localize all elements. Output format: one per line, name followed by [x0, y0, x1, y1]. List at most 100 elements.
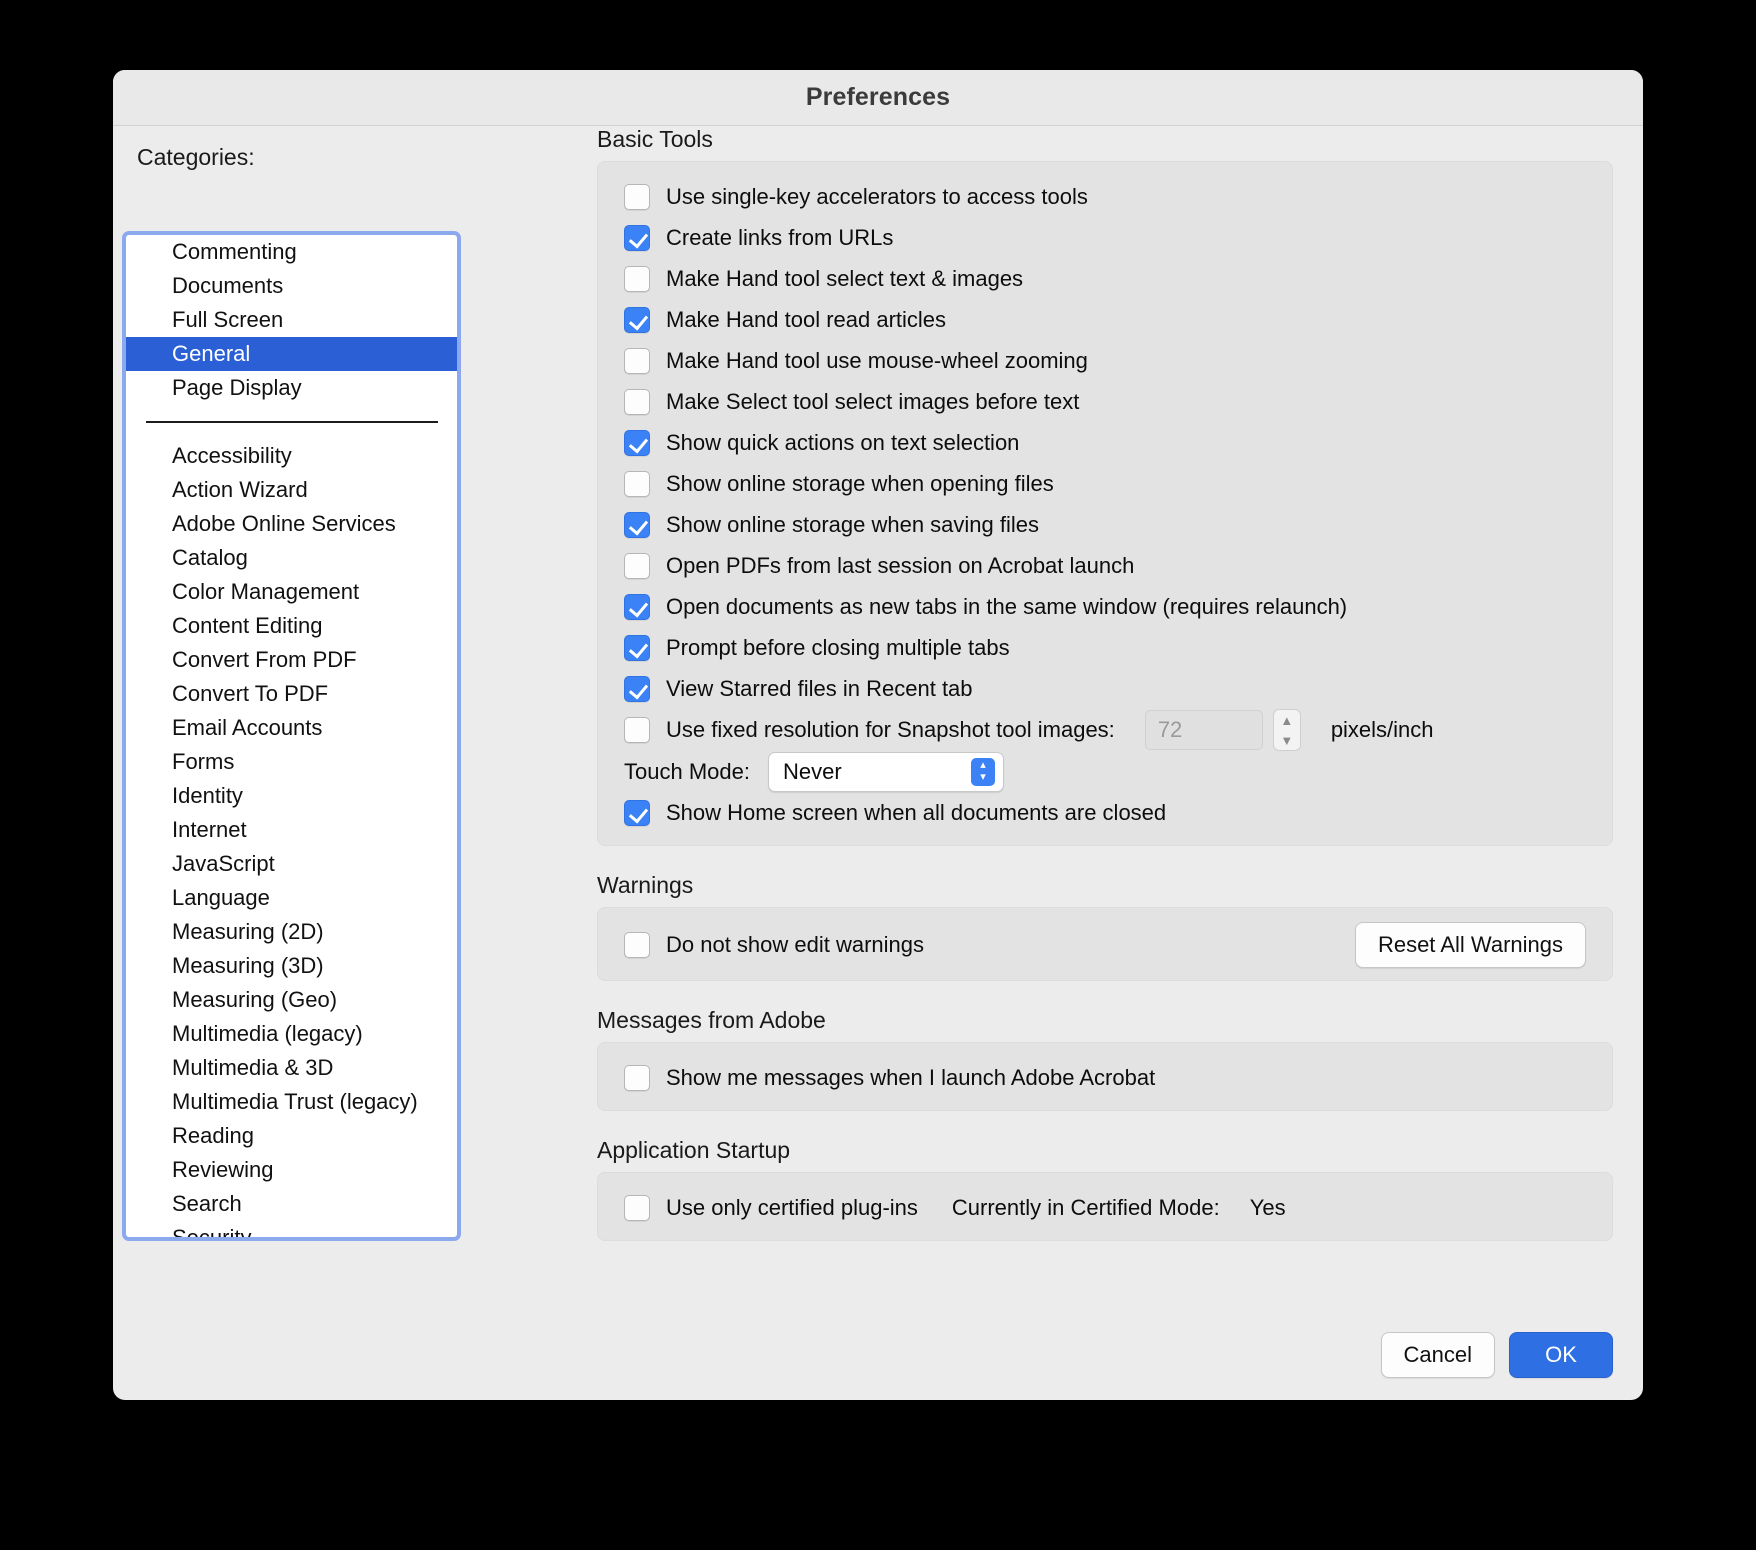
- stepper-down-icon[interactable]: ▼: [1274, 730, 1300, 750]
- checkbox-row: Open PDFs from last session on Acrobat l…: [598, 545, 1612, 586]
- categories-column: Categories: Commenting Documents Full Scre…: [113, 126, 575, 1400]
- checkbox-row: Open documents as new tabs in the same w…: [598, 586, 1612, 627]
- sidebar-item-full-screen[interactable]: Full Screen: [126, 303, 457, 337]
- stepper-up-icon[interactable]: ▲: [1274, 710, 1300, 730]
- basic-tools-checkbox-list: Use single-key accelerators to access to…: [598, 176, 1612, 709]
- messages-from-adobe-panel: Show me messages when I launch Adobe Acr…: [597, 1042, 1613, 1111]
- sidebar-item-commenting[interactable]: Commenting: [126, 235, 457, 269]
- checkbox-row: Show quick actions on text selection: [598, 422, 1612, 463]
- sidebar-item-color-management[interactable]: Color Management: [126, 575, 457, 609]
- checkbox-make-hand-tool-select-text-images[interactable]: [624, 265, 650, 292]
- warnings-title: Warnings: [597, 872, 694, 898]
- sidebar-item-accessibility[interactable]: Accessibility: [126, 439, 457, 473]
- snapshot-resolution-row: Use fixed resolution for Snapshot tool i…: [598, 709, 1612, 751]
- touch-mode-value: Never: [782, 758, 842, 784]
- sidebar-item-email-accounts[interactable]: Email Accounts: [126, 711, 457, 745]
- category-list-container[interactable]: Commenting Documents Full Screen General Pag…: [122, 231, 461, 1241]
- checkbox-label: Show quick actions on text selection: [666, 429, 1020, 455]
- sidebar-item-reviewing[interactable]: Reviewing: [126, 1153, 457, 1187]
- checkbox-make-hand-tool-read-articles[interactable]: [624, 306, 650, 333]
- sidebar-item-security[interactable]: Security: [126, 1221, 457, 1237]
- checkbox-show-quick-actions-on-text-selection[interactable]: [624, 429, 650, 456]
- sidebar-item-forms[interactable]: Forms: [126, 745, 457, 779]
- sidebar-item-page-display[interactable]: Page Display: [126, 371, 457, 405]
- checkbox-row: Make Hand tool use mouse-wheel zooming: [598, 340, 1612, 381]
- sidebar-item-adobe-online-services[interactable]: Adobe Online Services: [126, 507, 457, 541]
- checkbox-make-select-tool-select-images-before-text[interactable]: [624, 388, 650, 415]
- sidebar-item-convert-to-pdf[interactable]: Convert To PDF: [126, 677, 457, 711]
- sidebar-item-measuring-geo[interactable]: Measuring (Geo): [126, 983, 457, 1017]
- sidebar-item-convert-from-pdf[interactable]: Convert From PDF: [126, 643, 457, 677]
- checkbox-label: Prompt before closing multiple tabs: [666, 634, 1010, 660]
- checkbox-open-pdfs-from-last-session-on-acrobat-launc[interactable]: [624, 552, 650, 579]
- ok-button[interactable]: OK: [1509, 1332, 1613, 1378]
- snapshot-resolution-label: Use fixed resolution for Snapshot tool i…: [666, 717, 1115, 742]
- touch-mode-select[interactable]: Never ▴ ▾: [767, 751, 1004, 792]
- adobe-messages-label: Show me messages when I launch Adobe Acr…: [666, 1064, 1156, 1090]
- sidebar-item-general[interactable]: General: [126, 337, 457, 371]
- checkbox-show-online-storage-when-opening-files[interactable]: [624, 470, 650, 497]
- dialog-titlebar: Preferences: [113, 70, 1643, 126]
- dialog-footer: Cancel OK: [1380, 1332, 1613, 1378]
- sidebar-item-language[interactable]: Language: [126, 881, 457, 915]
- sidebar-item-catalog[interactable]: Catalog: [126, 541, 457, 575]
- checkbox-label: Make Hand tool select text & images: [666, 265, 1024, 291]
- checkbox-prompt-before-closing-multiple-tabs[interactable]: [624, 634, 650, 661]
- touch-mode-row: Touch Mode: Never ▴ ▾: [598, 751, 1612, 792]
- divider: [145, 421, 438, 423]
- sidebar-item-measuring-3d[interactable]: Measuring (3D): [126, 949, 457, 983]
- reset-all-warnings-button[interactable]: Reset All Warnings: [1354, 922, 1586, 968]
- application-startup-title: Application Startup: [597, 1137, 791, 1163]
- chevron-updown-icon: ▴ ▾: [970, 757, 995, 786]
- adobe-messages-checkbox[interactable]: [624, 1064, 650, 1091]
- checkbox-make-hand-tool-use-mouse-wheel-zooming[interactable]: [624, 347, 650, 374]
- snapshot-resolution-input[interactable]: 72: [1144, 710, 1263, 750]
- snapshot-resolution-stepper[interactable]: ▲ ▼: [1272, 709, 1301, 751]
- checkbox-label: Create links from URLs: [666, 224, 894, 250]
- category-separator: [126, 405, 457, 439]
- dialog-title: Preferences: [805, 83, 951, 111]
- sidebar-item-javascript[interactable]: JavaScript: [126, 847, 457, 881]
- sidebar-item-documents[interactable]: Documents: [126, 269, 457, 303]
- checkbox-label: View Starred files in Recent tab: [666, 675, 973, 701]
- checkbox-label: Open PDFs from last session on Acrobat l…: [666, 552, 1135, 578]
- home-screen-checkbox[interactable]: [624, 799, 650, 826]
- checkbox-create-links-from-urls[interactable]: [624, 224, 650, 251]
- sidebar-item-content-editing[interactable]: Content Editing: [126, 609, 457, 643]
- sidebar-item-search[interactable]: Search: [126, 1187, 457, 1221]
- touch-mode-label: Touch Mode:: [624, 758, 750, 784]
- sidebar-item-measuring-2d[interactable]: Measuring (2D): [126, 915, 457, 949]
- sidebar-item-multimedia-3d[interactable]: Multimedia & 3D: [126, 1051, 457, 1085]
- checkbox-row: Make Hand tool select text & images: [598, 258, 1612, 299]
- edit-warnings-row: Do not show edit warnings Reset All Warn…: [598, 922, 1612, 968]
- edit-warnings-checkbox[interactable]: [624, 932, 650, 958]
- checkbox-row: Show online storage when saving files: [598, 504, 1612, 545]
- category-list[interactable]: Commenting Documents Full Screen General Pag…: [126, 235, 457, 1237]
- screen-background: Preferences Categories: Commenting Docume…: [0, 0, 1756, 1550]
- sidebar-item-identity[interactable]: Identity: [126, 779, 457, 813]
- sidebar-item-multimedia-legacy[interactable]: Multimedia (legacy): [126, 1017, 457, 1051]
- sidebar-item-multimedia-trust-legacy[interactable]: Multimedia Trust (legacy): [126, 1085, 457, 1119]
- adobe-messages-row: Show me messages when I launch Adobe Acr…: [598, 1057, 1612, 1098]
- certified-plugins-label: Use only certified plug-ins: [666, 1194, 918, 1220]
- checkbox-row: Use single-key accelerators to access to…: [598, 176, 1612, 217]
- preferences-dialog: Preferences Categories: Commenting Docume…: [113, 70, 1643, 1400]
- messages-from-adobe-title: Messages from Adobe: [597, 1007, 826, 1033]
- checkbox-show-online-storage-when-saving-files[interactable]: [624, 511, 650, 538]
- checkbox-label: Show online storage when opening files: [666, 470, 1054, 496]
- basic-tools-title: Basic Tools: [597, 126, 713, 152]
- sidebar-item-reading[interactable]: Reading: [126, 1119, 457, 1153]
- categories-label: Categories:: [137, 144, 255, 170]
- sidebar-item-action-wizard[interactable]: Action Wizard: [126, 473, 457, 507]
- checkbox-use-single-key-accelerators-to-access-tools[interactable]: [624, 183, 650, 210]
- edit-warnings-label: Do not show edit warnings: [666, 932, 925, 957]
- certified-plugins-row: Use only certified plug-ins Currently in…: [598, 1187, 1612, 1228]
- sidebar-item-internet[interactable]: Internet: [126, 813, 457, 847]
- snapshot-resolution-checkbox[interactable]: [624, 717, 650, 743]
- settings-column: Basic Tools Use single-key accelerators …: [575, 126, 1643, 1400]
- checkbox-open-documents-as-new-tabs-in-the-same-windo[interactable]: [624, 593, 650, 620]
- checkbox-label: Make Hand tool use mouse-wheel zooming: [666, 347, 1088, 373]
- checkbox-view-starred-files-in-recent-tab[interactable]: [624, 675, 650, 702]
- certified-plugins-checkbox[interactable]: [624, 1194, 650, 1221]
- cancel-button[interactable]: Cancel: [1380, 1332, 1495, 1378]
